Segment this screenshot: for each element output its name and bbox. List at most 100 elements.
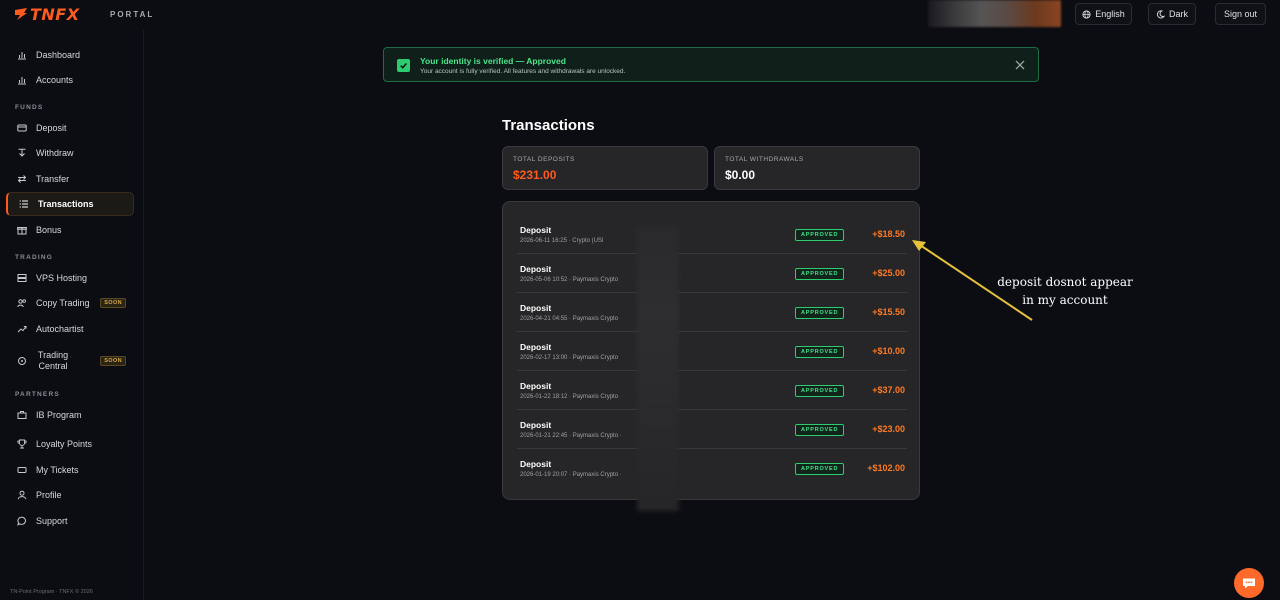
trophy-icon bbox=[17, 439, 27, 449]
soon-badge: SOON bbox=[100, 298, 126, 308]
status-badge: APPROVED bbox=[795, 346, 845, 358]
verification-alert: Your identity is verified — Approved You… bbox=[383, 47, 1039, 82]
sidebar-item-label: Trading Central bbox=[37, 350, 69, 371]
annotation-note: deposit dosnot appear in my account bbox=[960, 273, 1170, 309]
sidebar: Dashboard Accounts FUNDS Deposit Withdra… bbox=[0, 30, 144, 600]
total-withdrawals-value: $0.00 bbox=[725, 168, 756, 182]
transaction-type: Deposit bbox=[520, 342, 552, 352]
transaction-row[interactable]: Deposit 2026-02-17 13:00 · Paymaxis Cryp… bbox=[517, 332, 907, 371]
sidebar-item-label: Transfer bbox=[36, 174, 70, 184]
server-icon bbox=[17, 274, 27, 282]
sidebar-item-autochartist[interactable]: Autochartist bbox=[6, 317, 134, 341]
transaction-type: Deposit bbox=[520, 264, 552, 274]
total-deposits-card: TOTAL DEPOSITS $231.00 bbox=[502, 146, 708, 190]
status-badge: APPROVED bbox=[795, 385, 845, 397]
sidebar-item-profile[interactable]: Profile bbox=[6, 483, 134, 507]
card-icon bbox=[17, 124, 27, 132]
transaction-meta: 2026-01-21 22:45 · Paymaxis Crypto · bbox=[520, 433, 622, 439]
soon-badge: SOON bbox=[100, 356, 126, 366]
transaction-meta: 2026-02-17 13:00 · Paymaxis Crypto bbox=[520, 355, 619, 361]
sidebar-item-my-tickets[interactable]: My Tickets bbox=[6, 458, 134, 482]
total-deposits-value: $231.00 bbox=[513, 168, 557, 182]
signout-label: Sign out bbox=[1223, 9, 1258, 19]
sidebar-item-loyalty-points[interactable]: Loyalty Points bbox=[6, 432, 134, 456]
sidebar-item-label: Withdraw bbox=[36, 148, 74, 158]
sidebar-item-label: Loyalty Points bbox=[36, 439, 93, 449]
top-bar: TNFX PORTAL English Dark Sign out bbox=[0, 0, 1280, 30]
sidebar-item-deposit[interactable]: Deposit bbox=[6, 116, 134, 140]
close-icon[interactable] bbox=[1014, 59, 1026, 71]
section-label-partners: PARTNERS bbox=[15, 391, 60, 398]
sidebar-item-transactions[interactable]: Transactions bbox=[6, 192, 134, 216]
sidebar-item-bonus[interactable]: Bonus bbox=[6, 218, 134, 242]
transaction-type: Deposit bbox=[520, 420, 552, 430]
sidebar-item-label: Transactions bbox=[38, 199, 94, 209]
globe-icon bbox=[1082, 9, 1091, 19]
annotation-line-1: deposit dosnot appear bbox=[997, 275, 1133, 289]
transaction-row[interactable]: Deposit 2026-01-19 20:07 · Paymaxis Cryp… bbox=[517, 449, 907, 488]
briefcase-icon bbox=[17, 411, 27, 419]
transaction-row[interactable]: Deposit 2026-05-06 10:52 · Paymaxis Cryp… bbox=[517, 254, 907, 293]
sidebar-item-label: Copy Trading bbox=[36, 298, 90, 308]
logo-mark-icon bbox=[15, 8, 27, 20]
sidebar-item-label: VPS Hosting bbox=[36, 273, 88, 283]
transaction-meta: 2026-04-21 04:55 · Paymaxis Crypto bbox=[520, 316, 619, 322]
transaction-type: Deposit bbox=[520, 303, 552, 313]
chat-icon bbox=[1243, 578, 1255, 588]
sidebar-item-label: IB Program bbox=[36, 410, 82, 420]
section-label-funds: FUNDS bbox=[15, 104, 44, 111]
transaction-amount: +$15.50 bbox=[872, 307, 905, 317]
alert-title: Your identity is verified — Approved bbox=[420, 56, 566, 66]
transactions-list: Deposit 2026-06-11 16:25 · Crypto (USI A… bbox=[502, 201, 920, 500]
trend-icon bbox=[17, 326, 27, 333]
page-title: Transactions bbox=[502, 117, 595, 134]
status-badge: APPROVED bbox=[795, 307, 845, 319]
gift-icon bbox=[17, 227, 27, 235]
sidebar-item-transfer[interactable]: Transfer bbox=[6, 167, 134, 191]
sidebar-item-label: Bonus bbox=[36, 225, 62, 235]
transaction-row[interactable]: Deposit 2026-06-11 16:25 · Crypto (USI A… bbox=[517, 215, 907, 254]
transaction-row[interactable]: Deposit 2026-01-21 22:45 · Paymaxis Cryp… bbox=[517, 410, 907, 449]
redacted-area bbox=[928, 0, 1061, 27]
transaction-row[interactable]: Deposit 2026-01-22 18:12 · Paymaxis Cryp… bbox=[517, 371, 907, 410]
transaction-amount: +$18.50 bbox=[872, 229, 905, 239]
status-badge: APPROVED bbox=[795, 229, 845, 241]
transaction-amount: +$37.00 bbox=[872, 385, 905, 395]
total-withdrawals-card: TOTAL WITHDRAWALS $0.00 bbox=[714, 146, 920, 190]
signout-button[interactable]: Sign out bbox=[1215, 3, 1266, 25]
sidebar-item-trading-central[interactable]: Trading Central SOON bbox=[6, 347, 134, 375]
sidebar-item-support[interactable]: Support bbox=[6, 509, 134, 533]
status-badge: APPROVED bbox=[795, 268, 845, 280]
sidebar-item-label: My Tickets bbox=[36, 465, 79, 475]
sidebar-item-ib-program[interactable]: IB Program bbox=[6, 403, 134, 427]
logo[interactable]: TNFX bbox=[14, 5, 80, 24]
language-button[interactable]: English bbox=[1075, 3, 1132, 25]
theme-button[interactable]: Dark bbox=[1148, 3, 1196, 25]
alert-subtitle: Your account is fully verified. All feat… bbox=[420, 68, 626, 75]
total-withdrawals-label: TOTAL WITHDRAWALS bbox=[725, 156, 804, 163]
user-icon bbox=[17, 490, 27, 500]
transaction-meta: 2026-01-22 18:12 · Paymaxis Crypto bbox=[520, 394, 619, 400]
sidebar-item-accounts[interactable]: Accounts bbox=[6, 68, 134, 92]
section-label-trading: TRADING bbox=[15, 254, 54, 261]
sidebar-item-dashboard[interactable]: Dashboard bbox=[6, 43, 134, 67]
annotation-line-2: in my account bbox=[1022, 293, 1108, 307]
transaction-amount: +$23.00 bbox=[872, 424, 905, 434]
bar-chart-icon bbox=[18, 77, 26, 85]
sidebar-item-label: Profile bbox=[36, 490, 62, 500]
sidebar-item-label: Support bbox=[36, 516, 68, 526]
target-icon bbox=[18, 357, 26, 365]
portal-label: PORTAL bbox=[110, 10, 155, 19]
transaction-type: Deposit bbox=[520, 381, 552, 391]
transfer-icon bbox=[17, 175, 27, 183]
sidebar-item-withdraw[interactable]: Withdraw bbox=[6, 141, 134, 165]
sidebar-item-label: Deposit bbox=[36, 123, 67, 133]
sidebar-item-vps-hosting[interactable]: VPS Hosting bbox=[6, 266, 134, 290]
transaction-amount: +$25.00 bbox=[872, 268, 905, 278]
language-label: English bbox=[1095, 9, 1125, 19]
chat-button[interactable] bbox=[1234, 568, 1264, 598]
sidebar-item-copy-trading[interactable]: Copy Trading SOON bbox=[6, 291, 134, 315]
total-deposits-label: TOTAL DEPOSITS bbox=[513, 156, 575, 163]
transaction-row[interactable]: Deposit 2026-04-21 04:55 · Paymaxis Cryp… bbox=[517, 293, 907, 332]
sidebar-item-label: Dashboard bbox=[36, 50, 81, 60]
